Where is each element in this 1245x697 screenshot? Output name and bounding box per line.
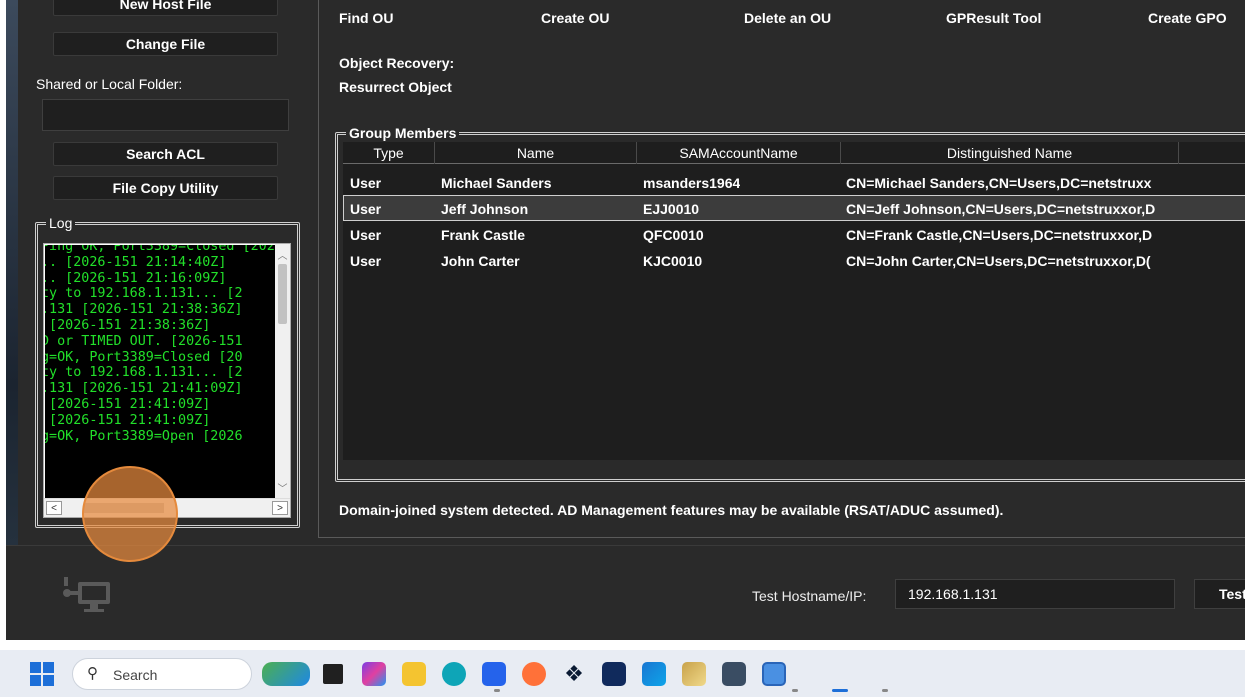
cell-type: User (350, 253, 382, 269)
log-vertical-scrollbar[interactable]: ︿ ﹀ (275, 244, 290, 498)
cursor-highlight (82, 466, 178, 562)
log-content: Ping OK, Port3389=Closed [2026-151 .. [2… (45, 245, 275, 444)
file-explorer-icon[interactable] (402, 662, 426, 686)
ad-tool-window: New Host File Change File Shared or Loca… (6, 0, 1245, 640)
table-header: Type Name SAMAccountName Distinguished N… (343, 142, 1245, 164)
taskbar: ⚲ Search ❖ (0, 650, 1245, 697)
m365-icon[interactable] (362, 662, 386, 686)
column-header-distinguished-name[interactable]: Distinguished Name (841, 142, 1179, 164)
store-icon[interactable] (482, 662, 506, 686)
search-placeholder: Search (113, 667, 158, 683)
windows-logo-icon (30, 662, 41, 673)
cell-name: John Carter (441, 253, 520, 269)
cell-sam: KJC0010 (643, 253, 703, 269)
column-header-samaccountname[interactable]: SAMAccountName (637, 142, 841, 164)
running-indicator (792, 689, 798, 692)
search-icon: ⚲ (87, 665, 98, 682)
shared-folder-input[interactable] (42, 99, 289, 131)
notepad-icon[interactable] (762, 662, 786, 686)
network-tool-icon[interactable] (722, 662, 746, 686)
test-hostname-input[interactable]: 192.168.1.131 (895, 579, 1175, 609)
network-connection-icon (63, 577, 110, 612)
test-button[interactable]: Test (1194, 579, 1245, 609)
log-textarea[interactable]: Ping OK, Port3389=Closed [2026-151 .. [2… (45, 245, 275, 498)
find-ou-button[interactable]: Find OU (339, 10, 393, 26)
cell-sam: EJJ0010 (643, 201, 700, 217)
table-row[interactable]: User Michael Sanders msanders1964 CN=Mic… (343, 170, 1245, 196)
scroll-right-icon[interactable]: > (272, 501, 288, 515)
column-header-type[interactable]: Type (343, 142, 435, 164)
firefox-icon[interactable] (522, 662, 546, 686)
left-panel: New Host File Change File Shared or Loca… (22, 0, 306, 540)
scroll-left-icon[interactable]: < (46, 501, 62, 515)
cell-sam: msanders1964 (643, 175, 741, 191)
cell-dn: CN=Jeff Johnson,CN=Users,DC=netstruxxor,… (846, 201, 1156, 217)
status-message: Domain-joined system detected. AD Manage… (339, 502, 1004, 518)
group-members-legend: Group Members (346, 125, 460, 141)
cell-type: User (350, 201, 382, 217)
scroll-down-icon[interactable]: ﹀ (275, 480, 290, 495)
delete-ou-button[interactable]: Delete an OU (744, 10, 831, 26)
cell-dn: CN=Michael Sanders,CN=Users,DC=netstruxx (846, 175, 1152, 191)
group-members-table[interactable]: Type Name SAMAccountName Distinguished N… (343, 142, 1245, 460)
dropbox-icon[interactable]: ❖ (562, 662, 586, 686)
running-indicator (882, 689, 888, 692)
cell-dn: CN=John Carter,CN=Users,DC=netstruxxor,D… (846, 253, 1151, 269)
change-file-button[interactable]: Change File (53, 32, 278, 56)
cell-sam: QFC0010 (643, 227, 704, 243)
create-ou-button[interactable]: Create OU (541, 10, 609, 26)
table-row-selected[interactable]: User Jeff Johnson EJJ0010 CN=Jeff Johnso… (343, 195, 1245, 221)
widgets-icon[interactable] (262, 662, 310, 686)
scroll-up-icon[interactable]: ︿ (275, 247, 290, 262)
cell-name: Michael Sanders (441, 175, 552, 191)
bitwarden-icon[interactable] (602, 662, 626, 686)
cell-type: User (350, 227, 382, 243)
column-header-name[interactable]: Name (435, 142, 637, 164)
search-acl-button[interactable]: Search ACL (53, 142, 278, 166)
taskbar-search[interactable]: ⚲ Search (72, 658, 252, 690)
resurrect-object-button[interactable]: Resurrect Object (339, 79, 452, 95)
right-panel: Find OU Create OU Delete an OU GPResult … (318, 0, 1245, 538)
create-gpo-button[interactable]: Create GPO (1148, 10, 1227, 26)
cell-name: Frank Castle (441, 227, 526, 243)
shared-folder-label: Shared or Local Folder: (36, 76, 183, 92)
object-recovery-label: Object Recovery: (339, 55, 455, 71)
table-row[interactable]: User John Carter KJC0010 CN=John Carter,… (343, 248, 1245, 274)
test-hostname-label: Test Hostname/IP: (752, 588, 867, 604)
active-indicator (832, 689, 848, 692)
bottom-bar: Test Hostname/IP: 192.168.1.131 Test (6, 545, 1245, 640)
cell-type: User (350, 175, 382, 191)
log-legend: Log (46, 215, 76, 231)
new-host-file-button[interactable]: New Host File (53, 0, 278, 16)
start-button[interactable] (30, 662, 54, 686)
file-copy-utility-button[interactable]: File Copy Utility (53, 176, 278, 200)
log-box: Ping OK, Port3389=Closed [2026-151 .. [2… (43, 243, 291, 518)
gpresult-tool-button[interactable]: GPResult Tool (946, 10, 1041, 26)
edge-icon[interactable] (442, 662, 466, 686)
outlook-icon[interactable] (642, 662, 666, 686)
cell-name: Jeff Johnson (441, 201, 529, 217)
log-vertical-thumb[interactable] (278, 264, 287, 324)
notes-icon[interactable] (682, 662, 706, 686)
running-indicator (494, 689, 500, 692)
table-row[interactable]: User Frank Castle QFC0010 CN=Frank Castl… (343, 222, 1245, 248)
cell-dn: CN=Frank Castle,CN=Users,DC=netstruxxor,… (846, 227, 1153, 243)
task-view-icon[interactable] (323, 664, 343, 684)
